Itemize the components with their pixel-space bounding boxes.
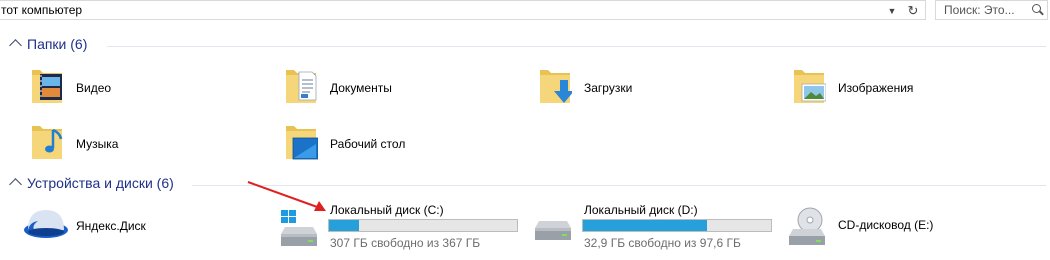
toolbar: тот компьютер ▼ ↻ Поиск: Это... <box>0 0 1050 21</box>
cd-drive-icon <box>789 207 825 245</box>
documents-folder-icon <box>286 70 317 103</box>
music-folder-icon <box>32 126 63 159</box>
folder-label: Музыка <box>76 137 119 151</box>
folder-music[interactable]: Музыка <box>30 122 230 166</box>
devices-group-header[interactable]: Устройства и диски (6) <box>0 174 1050 198</box>
folders-group-header[interactable]: Папки (6) <box>0 35 1050 59</box>
hard-drive-icon <box>535 221 571 240</box>
drive-free-space: 32,9 ГБ свободно из 97,6 ГБ <box>584 236 741 250</box>
search-box[interactable]: Поиск: Это... <box>935 0 1048 20</box>
folder-label: Загрузки <box>584 81 633 95</box>
drive-usage-fill <box>583 220 708 231</box>
yandex-disk-icon <box>24 210 68 238</box>
drive-free-space: 307 ГБ свободно из 367 ГБ <box>330 236 481 250</box>
chevron-down-icon[interactable]: ▼ <box>884 3 900 19</box>
folder-label: Видео <box>76 81 112 95</box>
group-title[interactable]: Папки (6) <box>27 36 87 52</box>
device-label: Локальный диск (D:) <box>584 203 698 217</box>
downloads-folder-icon <box>540 70 572 103</box>
device-drive-d[interactable]: Локальный диск (D:) 32,9 ГБ свободно из … <box>532 202 777 250</box>
search-input[interactable]: Поиск: Это... <box>944 3 1015 17</box>
refresh-icon[interactable]: ↻ <box>904 2 922 20</box>
divider <box>107 46 1046 47</box>
folder-label: Изображения <box>838 81 914 95</box>
device-label: Локальный диск (C:) <box>330 203 444 217</box>
annotation-arrow-icon <box>247 181 326 211</box>
device-cd-drive[interactable]: CD-дисковод (E:) <box>786 204 986 248</box>
folder-video[interactable]: Видео <box>30 66 230 110</box>
device-label: Яндекс.Диск <box>76 219 146 233</box>
device-yandex-disk[interactable]: Яндекс.Диск <box>22 206 222 250</box>
system-drive-icon <box>281 210 317 246</box>
drive-usage-bar <box>582 219 772 232</box>
pictures-folder-icon <box>794 70 826 103</box>
group-title[interactable]: Устройства и диски (6) <box>27 175 174 191</box>
collapse-chevron-icon[interactable] <box>9 178 22 191</box>
device-label: CD-дисковод (E:) <box>838 218 934 232</box>
folder-downloads[interactable]: Загрузки <box>538 66 738 110</box>
folder-documents[interactable]: Документы <box>284 66 484 110</box>
drive-usage-fill <box>329 220 360 231</box>
folder-label: Документы <box>330 81 392 95</box>
desktop-folder-icon <box>286 126 318 160</box>
folder-desktop[interactable]: Рабочий стол <box>284 122 484 166</box>
video-folder-icon <box>32 70 62 103</box>
address-bar[interactable]: тот компьютер ▼ ↻ <box>0 0 926 20</box>
folder-label: Рабочий стол <box>330 137 406 151</box>
folder-pictures[interactable]: Изображения <box>792 66 992 110</box>
collapse-chevron-icon[interactable] <box>9 39 22 52</box>
search-icon[interactable] <box>1032 4 1041 13</box>
drive-usage-bar <box>328 219 518 232</box>
address-path[interactable]: тот компьютер <box>1 3 82 17</box>
